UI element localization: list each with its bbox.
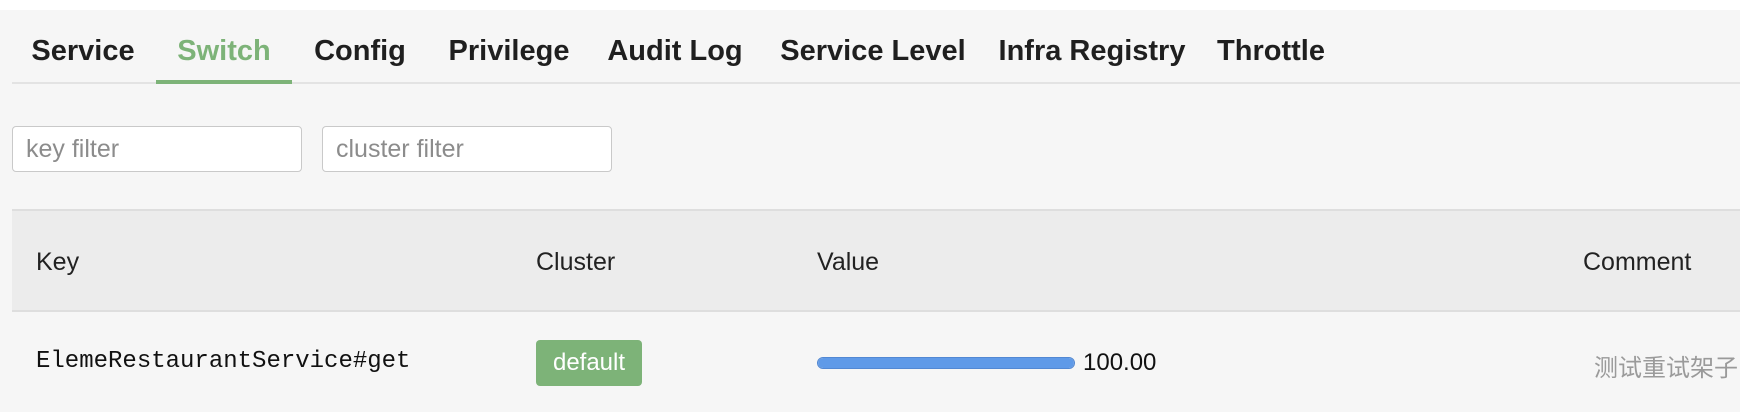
value-progress-bar[interactable] (817, 357, 1075, 369)
cluster-badge[interactable]: default (536, 340, 642, 386)
tab-config[interactable]: Config (308, 10, 412, 82)
column-header-comment[interactable]: Comment (1583, 211, 1691, 310)
cluster-filter-input[interactable] (322, 126, 612, 172)
tab-service-level[interactable]: Service Level (774, 10, 972, 82)
tab-switch[interactable]: Switch (156, 10, 292, 84)
tab-service[interactable]: Service (24, 10, 142, 82)
tab-privilege-label: Privilege (448, 35, 570, 67)
key-cell: ElemeRestaurantService#get (36, 348, 411, 375)
tab-service-level-label: Service Level (780, 35, 966, 67)
top-strip (0, 0, 1740, 10)
value-progress-fill (818, 358, 1074, 368)
column-header-cluster[interactable]: Cluster (536, 211, 615, 310)
tab-infra-registry[interactable]: Infra Registry (994, 10, 1190, 82)
tab-audit-log-label: Audit Log (607, 35, 743, 67)
tab-bar: Service Switch Config Privilege Audit Lo… (12, 10, 1740, 84)
tab-switch-label: Switch (177, 35, 271, 67)
column-header-key[interactable]: Key (36, 211, 79, 310)
tab-throttle-label: Throttle (1217, 35, 1325, 67)
tab-service-label: Service (31, 35, 135, 67)
comment-cell: 测试重试架子 (1594, 355, 1738, 382)
value-text: 100.00 (1083, 349, 1157, 376)
page: Service Switch Config Privilege Audit Lo… (0, 0, 1740, 412)
active-tab-indicator (156, 80, 292, 84)
table-row: ElemeRestaurantService#get default 100.0… (12, 312, 1740, 412)
tab-throttle[interactable]: Throttle (1214, 10, 1328, 82)
tab-audit-log[interactable]: Audit Log (600, 10, 750, 82)
tab-infra-registry-label: Infra Registry (998, 35, 1186, 67)
tab-config-label: Config (314, 35, 406, 67)
column-header-value[interactable]: Value (817, 211, 879, 310)
key-filter-input[interactable] (12, 126, 302, 172)
tab-privilege[interactable]: Privilege (442, 10, 576, 82)
table-header: Key Cluster Value Comment (12, 209, 1740, 312)
